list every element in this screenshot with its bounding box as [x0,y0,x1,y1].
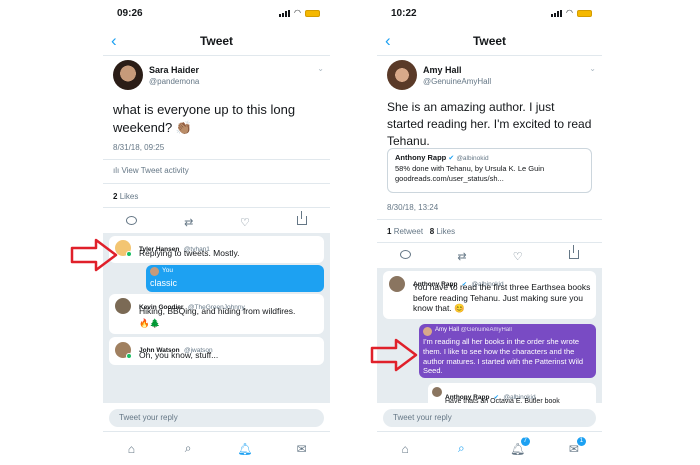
tweet-actions: ⇄ ♡ [103,211,330,233]
battery-icon [305,9,320,17]
reply-icon[interactable] [400,250,412,262]
page-title: Tweet [199,34,234,48]
messages-icon[interactable]: ✉ 1 [566,436,586,457]
likes-count[interactable]: 2 Likes [113,192,138,201]
nav-bar: ‹ Tweet [103,26,330,56]
chevron-down-icon[interactable]: ⌄ [317,64,324,73]
home-icon[interactable]: ⌂ [123,441,139,457]
tweet-text: She is an amazing author. I just started… [387,100,592,148]
status-bar: 10:22 ◠ [377,0,602,26]
wifi-icon: ◠ [566,8,573,17]
left-phone-screen: 09:26 ◠ ‹ Tweet Sara Haider @pandemona ⌄… [103,0,330,465]
home-icon[interactable]: ⌂ [397,441,413,457]
share-icon[interactable] [568,245,579,262]
page-title: Tweet [472,34,507,48]
like-icon[interactable]: ♡ [513,250,523,263]
tab-bar: ⌂ ⌕ 🔔︎ ✉ [103,431,330,465]
avatar[interactable] [387,60,417,90]
notifications-badge: 7 [520,436,530,446]
notifications-icon[interactable]: 🔔︎ 7 [510,436,530,457]
nav-bar: ‹ Tweet [377,26,602,56]
reply-card[interactable]: John Watson @jwatson Oh, you know, stuff… [109,337,324,365]
status-time: 09:26 [117,8,143,19]
tweet-text: what is everyone up to this long weekend… [113,102,296,135]
retweet-icon[interactable]: ⇄ [184,216,193,229]
reply-input[interactable]: Tweet your reply [383,409,596,427]
online-indicator [126,251,132,257]
replies-thread: Anthony Rapp ✔ @albinokid You have to re… [377,268,602,409]
avatar [423,327,432,336]
replies-thread: Tyler Hansen @tyhan1 Replying to tweets.… [103,233,330,403]
right-phone-screen: 10:22 ◠ ‹ Tweet Amy Hall @GenuineAmyHall… [377,0,602,465]
search-icon[interactable]: ⌕ [453,441,469,457]
own-reply-bubble[interactable]: Amy Hall @GenuineAmyHall I'm reading all… [419,324,596,378]
signal-icon [279,9,291,17]
own-reply-bubble[interactable]: You classic [146,265,324,292]
annotation-arrow-icon [70,238,118,272]
status-time: 10:22 [391,8,417,19]
avatar [150,267,159,276]
avatar [389,276,405,292]
reply-icon[interactable] [126,216,138,228]
tweet-actions: ⇄ ♡ [377,245,602,267]
view-activity-link[interactable]: ılı View Tweet activity [113,166,330,175]
author-handle: @pandemona [149,77,200,86]
verified-icon: ✔ [448,155,455,162]
avatar [432,387,442,397]
tweet-timestamp: 8/31/18, 09:25 [113,143,165,152]
tweet-timestamp: 8/30/18, 13:24 [387,203,439,212]
avatar[interactable] [113,60,143,90]
reply-input[interactable]: Tweet your reply [109,409,324,427]
messages-badge: 1 [576,436,586,446]
battery-icon [577,9,592,17]
reply-card[interactable]: Anthony Rapp ✔ @albinokid Have thats an … [428,383,596,409]
reply-card[interactable]: Tyler Hansen @tyhan1 Replying to tweets.… [109,236,324,263]
tweet-author[interactable]: Amy Hall @GenuineAmyHall ⌄ [387,60,596,94]
quoted-tweet-card[interactable]: Anthony Rapp ✔ @albinokid 58% done with … [387,148,592,193]
chevron-down-icon[interactable]: ⌄ [589,64,596,73]
reply-card[interactable]: Anthony Rapp ✔ @albinokid You have to re… [383,271,596,319]
author-name[interactable]: Sara Haider [149,65,199,75]
avatar [115,298,131,314]
annotation-arrow-icon [370,338,418,372]
notifications-icon[interactable]: 🔔︎ [237,441,253,457]
reply-card[interactable]: Kevin Goodier @TheGreenJohnny Hiking, BB… [109,294,324,334]
engagement-counts[interactable]: 1 Retweet 8 Likes [387,227,455,236]
signal-icon [551,9,563,17]
wifi-icon: ◠ [294,8,301,17]
messages-icon[interactable]: ✉ [294,441,310,457]
tweet-author[interactable]: Sara Haider @pandemona ⌄ [113,60,324,94]
tab-bar: ⌂ ⌕ 🔔︎ 7 ✉ 1 [377,431,602,465]
author-name[interactable]: Amy Hall [423,65,462,75]
online-indicator [126,353,132,359]
author-handle: @GenuineAmyHall [423,77,492,86]
status-bar: 09:26 ◠ [103,0,330,26]
like-icon[interactable]: ♡ [240,216,250,229]
retweet-icon[interactable]: ⇄ [457,250,466,263]
share-icon[interactable] [296,211,307,228]
search-icon[interactable]: ⌕ [180,441,196,457]
